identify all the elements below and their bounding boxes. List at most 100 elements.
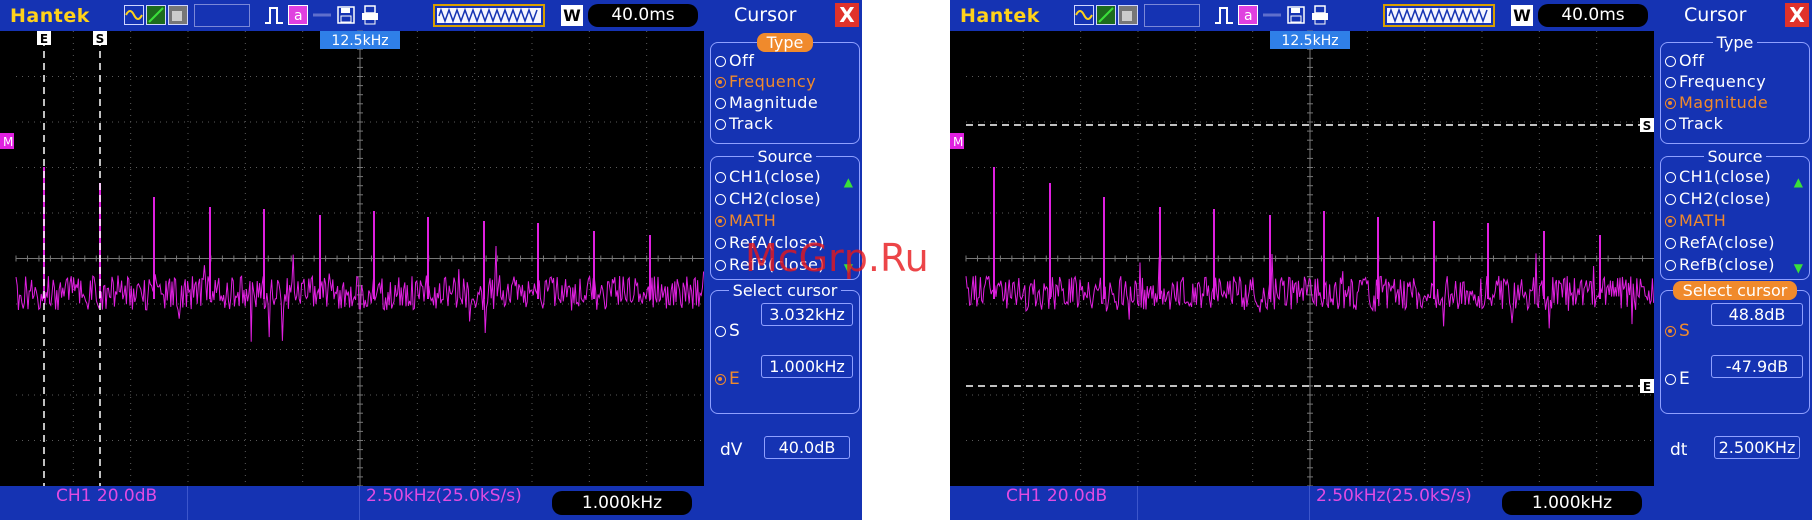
close-icon[interactable]: X xyxy=(835,3,859,27)
cursor-e-handle-label: E xyxy=(1643,380,1651,394)
source-option-label: RefA(close) xyxy=(1679,233,1776,252)
radio-icon[interactable] xyxy=(715,260,726,271)
type-option-label: Frequency xyxy=(1679,72,1767,91)
type-option-frequency[interactable]: Frequency xyxy=(1665,72,1766,91)
source-label: Source xyxy=(711,147,859,166)
radio-icon[interactable] xyxy=(1665,260,1676,271)
persist-mode-icon[interactable] xyxy=(168,5,188,25)
waveform-overview[interactable] xyxy=(1383,4,1495,27)
radio-icon[interactable] xyxy=(1665,216,1676,227)
cursor-s-label: S xyxy=(729,321,741,341)
source-option-label: CH2(close) xyxy=(729,189,822,208)
cursor-e-radio[interactable] xyxy=(1665,374,1676,385)
select-cursor-group: Select cursor S 3.032kHz E 1.000kHz xyxy=(710,281,860,414)
pulse-trigger-icon[interactable] xyxy=(1214,5,1234,25)
cursor-s-radio[interactable] xyxy=(1665,326,1676,337)
wave-mode-icon[interactable] xyxy=(124,5,144,25)
save-icon[interactable] xyxy=(1286,5,1306,25)
cursor-e-value: -47.9dB xyxy=(1711,355,1803,378)
radio-icon[interactable] xyxy=(715,119,726,130)
scroll-up-icon[interactable]: ▲ xyxy=(1794,175,1803,189)
persist-mode-icon[interactable] xyxy=(1118,5,1138,25)
radio-icon[interactable] xyxy=(715,238,726,249)
brand-logo: Hantek xyxy=(10,5,90,27)
cursor-s-radio[interactable] xyxy=(715,326,726,337)
radio-icon[interactable] xyxy=(715,77,726,88)
scope-panel-right: Hantek a W 40.0ms 12.5kHz M S E CH1 20.0… xyxy=(950,0,1812,520)
top-toolbar: Hantek a W 40.0ms xyxy=(950,0,1654,31)
delta-value: 40.0dB xyxy=(764,436,850,459)
channel-scale: CH1 20.0dB xyxy=(1000,486,1138,520)
source-option-math[interactable]: MATH xyxy=(1665,211,1726,230)
svg-text:a: a xyxy=(294,8,303,24)
cursor-e-radio[interactable] xyxy=(715,374,726,385)
scope-screen: 12.5kHz M S E xyxy=(950,30,1655,487)
type-option-track[interactable]: Track xyxy=(1665,114,1723,133)
timebase-readout: 40.0ms xyxy=(1538,4,1648,27)
cursor-menu: Cursor X Type Off Frequency Magnitude Track… xyxy=(1654,0,1812,520)
radio-icon[interactable] xyxy=(1665,56,1676,67)
save-icon[interactable] xyxy=(336,5,356,25)
radio-icon[interactable] xyxy=(1665,238,1676,249)
cursor-s-option[interactable]: S xyxy=(1665,321,1690,341)
radio-icon[interactable] xyxy=(1665,98,1676,109)
ramp-mode-icon[interactable] xyxy=(1096,5,1116,25)
radio-icon[interactable] xyxy=(715,56,726,67)
cursor-e-value: 1.000kHz xyxy=(761,355,853,378)
trigger-frequency: 1.000kHz xyxy=(552,491,692,515)
type-option-track[interactable]: Track xyxy=(715,114,773,133)
source-option-ch2[interactable]: CH2(close) xyxy=(715,189,821,208)
type-option-label: Magnitude xyxy=(729,93,819,112)
source-option-math[interactable]: MATH xyxy=(715,211,776,230)
type-group: Type Off Frequency Magnitude Track xyxy=(1660,33,1810,144)
type-option-off[interactable]: Off xyxy=(1665,51,1704,70)
type-option-magnitude[interactable]: Magnitude xyxy=(1665,93,1768,112)
print-icon[interactable] xyxy=(360,5,380,25)
source-label: Source xyxy=(1661,147,1809,166)
ramp-mode-icon[interactable] xyxy=(146,5,166,25)
center-freq-label: 12.5kHz xyxy=(331,33,388,49)
radio-icon[interactable] xyxy=(1665,194,1676,205)
cursor-e-option[interactable]: E xyxy=(715,369,740,389)
cursor-e-label: E xyxy=(1679,369,1691,389)
radio-icon[interactable] xyxy=(1665,172,1676,183)
print-icon[interactable] xyxy=(1310,5,1330,25)
source-option-refb[interactable]: RefB(close) xyxy=(1665,255,1775,274)
scope-screen: 12.5kHz M E S xyxy=(0,30,705,487)
radio-icon[interactable] xyxy=(715,216,726,227)
cursor-e-option[interactable]: E xyxy=(1665,369,1690,389)
waveform-overview[interactable] xyxy=(433,4,545,27)
w-button[interactable]: W xyxy=(561,5,583,26)
radio-icon[interactable] xyxy=(1665,119,1676,130)
source-option-label: CH1(close) xyxy=(1679,167,1772,186)
source-option-ch1[interactable]: CH1(close) xyxy=(1665,167,1771,186)
source-option-ch1[interactable]: CH1(close) xyxy=(715,167,821,186)
type-option-frequency[interactable]: Frequency xyxy=(715,72,816,91)
source-option-ch2[interactable]: CH2(close) xyxy=(1665,189,1771,208)
radio-icon[interactable] xyxy=(715,98,726,109)
math-a-icon[interactable]: a xyxy=(1238,5,1258,25)
math-a-icon[interactable]: a xyxy=(288,5,308,25)
w-button[interactable]: W xyxy=(1511,5,1533,26)
center-freq-label: 12.5kHz xyxy=(1281,33,1338,49)
svg-text:a: a xyxy=(1244,8,1253,24)
cursor-s-value: 3.032kHz xyxy=(761,303,853,326)
radio-icon[interactable] xyxy=(1665,77,1676,88)
radio-icon[interactable] xyxy=(715,194,726,205)
scroll-down-icon[interactable]: ▼ xyxy=(1794,261,1803,275)
pulse-trigger-icon[interactable] xyxy=(264,5,284,25)
source-option-label: CH2(close) xyxy=(1679,189,1772,208)
cursor-s-label: S xyxy=(1679,321,1691,341)
close-icon[interactable]: X xyxy=(1785,3,1809,27)
source-option-refa[interactable]: RefA(close) xyxy=(1665,233,1775,252)
cursor-s-option[interactable]: S xyxy=(715,321,740,341)
scroll-up-icon[interactable]: ▲ xyxy=(844,175,853,189)
radio-icon[interactable] xyxy=(715,172,726,183)
type-option-off[interactable]: Off xyxy=(715,51,754,70)
wave-mode-icon[interactable] xyxy=(1074,5,1094,25)
link-icon xyxy=(1262,5,1282,25)
source-option-label: MATH xyxy=(729,211,777,230)
trigger-frequency: 1.000kHz xyxy=(1502,491,1642,515)
type-option-magnitude[interactable]: Magnitude xyxy=(715,93,818,112)
waveform-display: 12.5kHz M S E xyxy=(950,30,1655,487)
